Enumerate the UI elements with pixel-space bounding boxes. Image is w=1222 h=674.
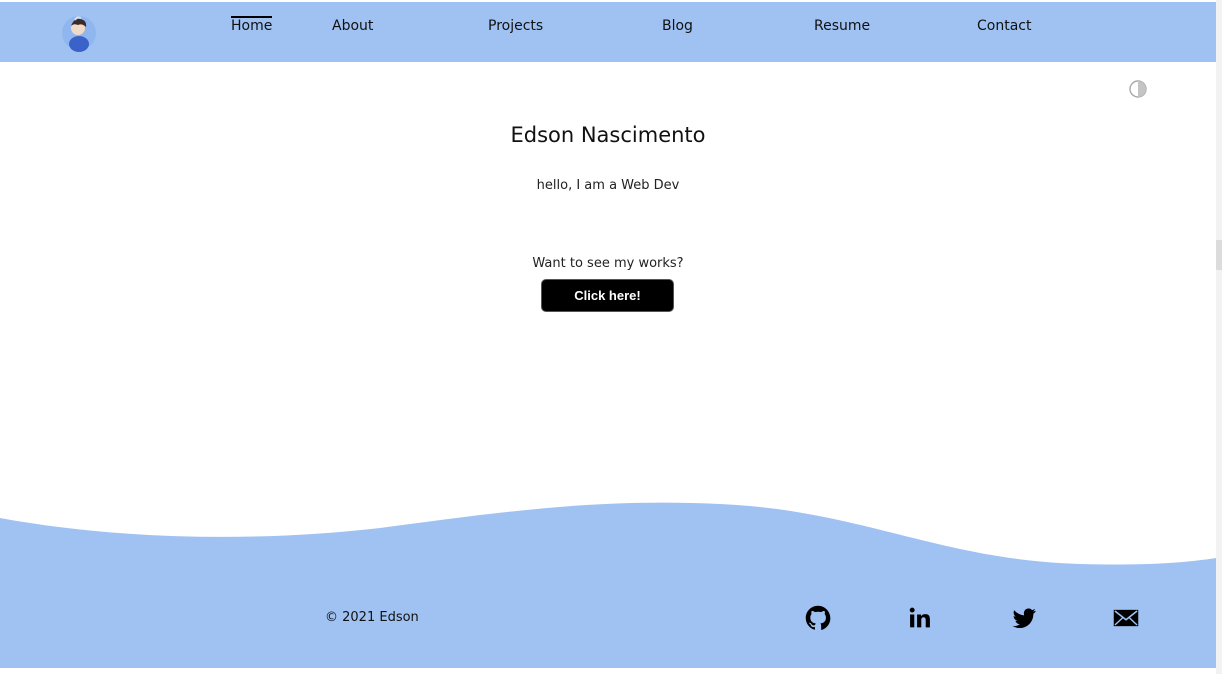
tagline: hello, I am a Web Dev (536, 178, 680, 193)
vertical-scrollbar[interactable] (1216, 0, 1222, 674)
site-header: Home About Projects Blog Resume Contact (0, 2, 1216, 62)
contrast-icon (1129, 80, 1147, 98)
github-link[interactable] (804, 604, 832, 632)
avatar-icon (62, 16, 96, 52)
page: Home About Projects Blog Resume Contact … (0, 0, 1216, 674)
footer-wave (0, 502, 1216, 668)
github-icon (805, 605, 831, 630)
see-works-button[interactable]: Click here! (541, 279, 674, 312)
nav-contact[interactable]: Contact (977, 18, 1031, 34)
copyright-text: © 2021 Edson (325, 610, 419, 625)
linkedin-icon (909, 607, 930, 628)
twitter-link[interactable] (1010, 604, 1038, 632)
nav-blog[interactable]: Blog (662, 18, 693, 34)
nav-home[interactable]: Home (231, 16, 273, 34)
nav-projects[interactable]: Projects (488, 18, 543, 34)
works-prompt: Want to see my works? (532, 256, 684, 271)
email-link[interactable] (1112, 604, 1140, 632)
linkedin-link[interactable] (906, 604, 934, 632)
theme-toggle[interactable] (1129, 80, 1147, 98)
avatar[interactable] (62, 14, 96, 52)
envelope-icon (1113, 609, 1139, 627)
twitter-icon (1012, 608, 1036, 629)
scrollbar-thumb[interactable] (1216, 240, 1222, 270)
page-title: Edson Nascimento (510, 123, 706, 147)
nav-about[interactable]: About (332, 18, 373, 34)
nav-resume[interactable]: Resume (814, 18, 870, 34)
